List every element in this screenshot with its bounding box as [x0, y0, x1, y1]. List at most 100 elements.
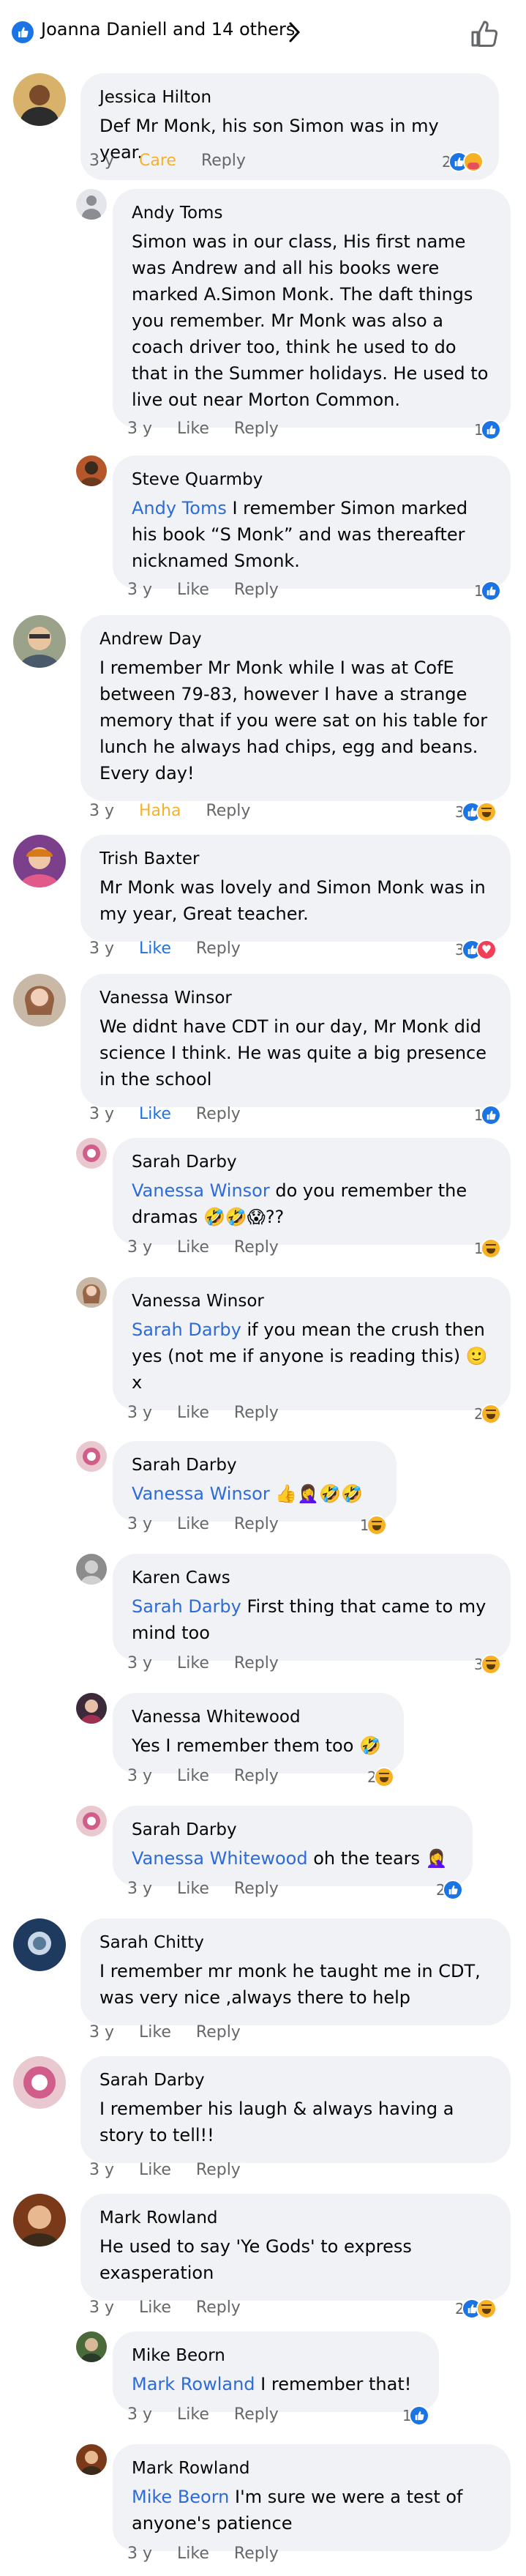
reply-button[interactable]: Reply: [196, 2159, 241, 2182]
comment-timestamp[interactable]: 3 y: [89, 2159, 114, 2182]
reaction-summary[interactable]: 2: [442, 148, 484, 173]
avatar[interactable]: [13, 2056, 66, 2109]
avatar[interactable]: [13, 615, 66, 668]
reply-button[interactable]: Reply: [201, 149, 246, 173]
like-button[interactable]: Like: [177, 578, 209, 602]
comment-author[interactable]: Mark Rowland: [99, 2207, 492, 2229]
like-button[interactable]: Like: [139, 2159, 171, 2182]
mention-link[interactable]: Vanessa Whitewood: [132, 1848, 308, 1869]
reply-button[interactable]: Reply: [234, 1236, 279, 1259]
avatar[interactable]: [13, 73, 66, 126]
reply-button[interactable]: Reply: [234, 2542, 279, 2566]
comment-author[interactable]: Andy Toms: [132, 202, 492, 224]
comment-author[interactable]: Jessica Hilton: [99, 86, 480, 108]
comment-timestamp[interactable]: 3 y: [127, 2542, 152, 2566]
comment-timestamp[interactable]: 3 y: [127, 1401, 152, 1425]
mention-link[interactable]: Vanessa Winsor: [132, 1484, 270, 1504]
reaction-summary[interactable]: 2: [474, 1400, 501, 1425]
reply-button[interactable]: Reply: [234, 1765, 279, 1788]
reaction-summary[interactable]: 1: [474, 577, 501, 602]
reactions-summary-bar[interactable]: Joanna Daniell and 14 others: [0, 0, 526, 67]
comment-timestamp[interactable]: 3 y: [89, 149, 114, 173]
mention-link[interactable]: Sarah Darby: [132, 1596, 241, 1617]
like-button[interactable]: Like: [139, 2021, 171, 2044]
like-button[interactable]: Like: [177, 1877, 209, 1901]
avatar[interactable]: [13, 974, 66, 1027]
reply-button[interactable]: Reply: [196, 937, 241, 961]
like-button[interactable]: Like: [177, 1401, 209, 1425]
reply-button[interactable]: Reply: [234, 1877, 279, 1901]
comment-timestamp[interactable]: 3 y: [127, 1652, 152, 1675]
avatar[interactable]: [76, 1806, 107, 1836]
haha-reaction-button[interactable]: Haha: [139, 800, 181, 823]
reply-button[interactable]: Reply: [234, 1513, 279, 1536]
mention-link[interactable]: Andy Toms: [132, 498, 227, 518]
comment-author[interactable]: Vanessa Whitewood: [132, 1706, 385, 1728]
reaction-summary[interactable]: 1: [474, 1235, 501, 1259]
comment-author[interactable]: Sarah Darby: [132, 1454, 377, 1476]
avatar[interactable]: [76, 2331, 107, 2362]
like-button[interactable]: Like: [177, 2542, 209, 2566]
mention-link[interactable]: Mark Rowland: [132, 2374, 255, 2394]
reaction-summary[interactable]: 2: [436, 1876, 463, 1901]
comment-author[interactable]: Steve Quarmby: [132, 469, 492, 491]
reply-button[interactable]: Reply: [234, 1652, 279, 1675]
like-button[interactable]: Like: [177, 2403, 209, 2427]
comment-author[interactable]: Sarah Chitty: [99, 1932, 492, 1954]
avatar[interactable]: [76, 2444, 107, 2475]
reply-button[interactable]: Reply: [206, 800, 250, 823]
mention-link[interactable]: Sarah Darby: [132, 1319, 241, 1340]
like-button[interactable]: Like: [177, 417, 209, 441]
avatar[interactable]: [76, 189, 107, 220]
avatar[interactable]: [13, 2194, 66, 2246]
avatar[interactable]: [76, 455, 107, 486]
comment-timestamp[interactable]: 3 y: [127, 578, 152, 602]
reply-button[interactable]: Reply: [234, 1401, 279, 1425]
mention-link[interactable]: Vanessa Winsor: [132, 1180, 270, 1201]
reply-button[interactable]: Reply: [196, 2021, 241, 2044]
like-button[interactable]: Like: [139, 2296, 171, 2320]
comment-timestamp[interactable]: 3 y: [127, 1877, 152, 1901]
like-button[interactable]: Like: [177, 1765, 209, 1788]
reaction-summary[interactable]: 1: [474, 1101, 501, 1126]
comment-timestamp[interactable]: 3 y: [89, 1103, 114, 1126]
comment-author[interactable]: Trish Baxter: [99, 848, 492, 870]
avatar[interactable]: [76, 1138, 107, 1169]
comment-author[interactable]: Sarah Darby: [132, 1151, 492, 1173]
reactors-summary-text[interactable]: Joanna Daniell and 14 others: [41, 19, 295, 40]
chevron-right-icon[interactable]: [287, 19, 303, 45]
like-button[interactable]: Like: [177, 1236, 209, 1259]
comment-author[interactable]: Mark Rowland: [132, 2457, 492, 2479]
mention-link[interactable]: Mike Beorn: [132, 2487, 229, 2507]
avatar[interactable]: [76, 1441, 107, 1472]
avatar[interactable]: [13, 835, 66, 887]
like-button[interactable]: Like: [177, 1513, 209, 1536]
comment-timestamp[interactable]: 3 y: [127, 1236, 152, 1259]
comment-author[interactable]: Vanessa Winsor: [132, 1290, 492, 1312]
reaction-summary[interactable]: 3: [455, 798, 497, 823]
reply-button[interactable]: Reply: [234, 2403, 279, 2427]
reaction-summary[interactable]: 2: [367, 1763, 394, 1788]
like-button[interactable]: Like: [177, 1652, 209, 1675]
comment-timestamp[interactable]: 3 y: [127, 1513, 152, 1536]
avatar[interactable]: [76, 1554, 107, 1585]
comment-timestamp[interactable]: 3 y: [127, 1765, 152, 1788]
reply-button[interactable]: Reply: [234, 578, 279, 602]
comment-author[interactable]: Andrew Day: [99, 628, 492, 650]
comment-author[interactable]: Karen Caws: [132, 1567, 492, 1589]
comment-author[interactable]: Sarah Darby: [99, 2069, 492, 2091]
comment-timestamp[interactable]: 3 y: [127, 417, 152, 441]
comment-author[interactable]: Sarah Darby: [132, 1819, 454, 1841]
comment-timestamp[interactable]: 3 y: [89, 2021, 114, 2044]
reaction-summary[interactable]: 1: [360, 1511, 387, 1536]
avatar[interactable]: [13, 1918, 66, 1971]
avatar[interactable]: [76, 1277, 107, 1308]
reply-button[interactable]: Reply: [234, 417, 279, 441]
comment-timestamp[interactable]: 3 y: [89, 937, 114, 961]
reaction-summary[interactable]: 1: [402, 2402, 429, 2427]
comment-author[interactable]: Vanessa Winsor: [99, 987, 492, 1009]
comment-timestamp[interactable]: 3 y: [89, 800, 114, 823]
reaction-summary[interactable]: 3: [455, 936, 497, 961]
comment-author[interactable]: Mike Beorn: [132, 2345, 420, 2367]
like-button[interactable]: Like: [139, 937, 171, 961]
